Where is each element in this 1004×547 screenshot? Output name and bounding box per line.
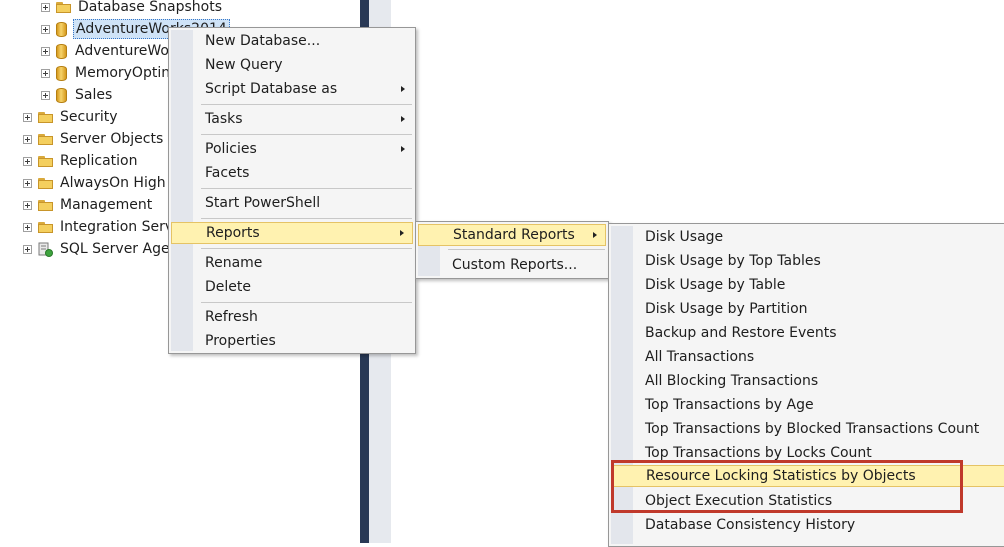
folder-icon xyxy=(38,155,53,167)
menu-separator xyxy=(201,104,412,105)
menu-item-backup-restore-events[interactable]: Backup and Restore Events xyxy=(611,322,1004,344)
expand-icon[interactable] xyxy=(23,244,32,254)
tree-node-label: AlwaysOn High A xyxy=(60,175,180,191)
submenu-arrow-icon xyxy=(400,230,404,236)
menu-item-new-database[interactable]: New Database... xyxy=(171,30,413,52)
submenu-arrow-icon xyxy=(593,232,597,238)
menu-separator xyxy=(201,218,412,219)
expand-icon[interactable] xyxy=(41,68,50,78)
menu-item-disk-usage-top-tables[interactable]: Disk Usage by Top Tables xyxy=(611,250,1004,272)
tree-node-label: Integration Servi xyxy=(60,219,178,235)
tree-node-memoryoptimized[interactable]: MemoryOptin xyxy=(41,62,172,84)
folder-icon xyxy=(38,221,53,233)
menu-item-top-transactions-by-age[interactable]: Top Transactions by Age xyxy=(611,394,1004,416)
tree-node-label: Database Snapshots xyxy=(78,0,222,15)
menu-item-refresh[interactable]: Refresh xyxy=(171,306,413,328)
expand-icon[interactable] xyxy=(41,24,50,34)
menu-item-tasks[interactable]: Tasks xyxy=(171,108,413,130)
tree-node-database-snapshots[interactable]: Database Snapshots xyxy=(41,0,224,18)
folder-icon xyxy=(38,111,53,123)
menu-separator xyxy=(448,249,605,250)
folder-icon xyxy=(56,1,71,13)
expand-icon[interactable] xyxy=(23,222,32,232)
menu-separator xyxy=(201,302,412,303)
tree-node-label: AdventureWo xyxy=(75,43,170,59)
expand-icon[interactable] xyxy=(41,2,50,12)
database-context-menu: New Database... New Query Script Databas… xyxy=(168,27,416,354)
menu-separator xyxy=(201,134,412,135)
menu-item-properties[interactable]: Properties xyxy=(171,330,413,352)
sql-agent-icon xyxy=(38,242,53,257)
submenu-arrow-icon xyxy=(401,116,405,122)
menu-separator xyxy=(201,248,412,249)
menu-item-facets[interactable]: Facets xyxy=(171,162,413,184)
submenu-arrow-icon xyxy=(401,146,405,152)
tree-node-management[interactable]: Management xyxy=(23,194,154,216)
menu-item-delete[interactable]: Delete xyxy=(171,276,413,298)
tree-node-security[interactable]: Security xyxy=(23,106,120,128)
folder-icon xyxy=(38,177,53,189)
menu-item-script-database-as[interactable]: Script Database as xyxy=(171,78,413,100)
tree-node-label: Management xyxy=(60,197,153,213)
menu-item-rename[interactable]: Rename xyxy=(171,252,413,274)
menu-item-custom-reports[interactable]: Custom Reports... xyxy=(418,254,606,276)
menu-item-label: Tasks xyxy=(205,111,243,127)
database-icon xyxy=(56,43,67,59)
tree-node-alwayson[interactable]: AlwaysOn High A xyxy=(23,172,182,194)
menu-item-database-consistency-history[interactable]: Database Consistency History xyxy=(611,514,1004,536)
tree-node-label: MemoryOptin xyxy=(75,65,171,81)
database-icon xyxy=(56,87,67,103)
tree-node-label: Replication xyxy=(60,153,138,169)
annotation-highlight-box xyxy=(611,460,963,513)
tree-node-sql-server-agent[interactable]: SQL Server Agen xyxy=(23,238,180,260)
expand-icon[interactable] xyxy=(23,134,32,144)
menu-item-top-transactions-blocked-count[interactable]: Top Transactions by Blocked Transactions… xyxy=(611,418,1004,440)
folder-icon xyxy=(38,199,53,211)
menu-separator xyxy=(201,188,412,189)
tree-node-label: Sales xyxy=(75,87,113,103)
menu-item-new-query[interactable]: New Query xyxy=(171,54,413,76)
expand-icon[interactable] xyxy=(23,178,32,188)
menu-item-reports[interactable]: Reports xyxy=(171,222,413,244)
expand-icon[interactable] xyxy=(41,90,50,100)
tree-node-replication[interactable]: Replication xyxy=(23,150,139,172)
tree-node-sales[interactable]: Sales xyxy=(41,84,114,106)
expand-icon[interactable] xyxy=(41,46,50,56)
tree-node-label: Security xyxy=(60,109,118,125)
expand-icon[interactable] xyxy=(23,200,32,210)
tree-node-server-objects[interactable]: Server Objects xyxy=(23,128,165,150)
menu-item-disk-usage[interactable]: Disk Usage xyxy=(611,226,1004,248)
database-icon xyxy=(56,21,67,37)
reports-submenu: Standard Reports Custom Reports... xyxy=(415,221,609,279)
tree-node-label: SQL Server Agen xyxy=(60,241,179,257)
tree-node-integration-services[interactable]: Integration Servi xyxy=(23,216,179,238)
menu-item-label: Policies xyxy=(205,141,257,157)
expand-icon[interactable] xyxy=(23,112,32,122)
menu-item-all-blocking-transactions[interactable]: All Blocking Transactions xyxy=(611,370,1004,392)
expand-icon[interactable] xyxy=(23,156,32,166)
menu-item-all-transactions[interactable]: All Transactions xyxy=(611,346,1004,368)
menu-item-label: Standard Reports xyxy=(453,227,575,243)
menu-item-label: Reports xyxy=(206,225,260,241)
menu-item-standard-reports[interactable]: Standard Reports xyxy=(418,224,606,246)
submenu-arrow-icon xyxy=(401,86,405,92)
folder-icon xyxy=(38,133,53,145)
menu-item-disk-usage-by-table[interactable]: Disk Usage by Table xyxy=(611,274,1004,296)
database-icon xyxy=(56,65,67,81)
menu-item-label: Script Database as xyxy=(205,81,338,97)
menu-item-policies[interactable]: Policies xyxy=(171,138,413,160)
tree-node-adventureworks-dw[interactable]: AdventureWo xyxy=(41,40,171,62)
menu-item-start-powershell[interactable]: Start PowerShell xyxy=(171,192,413,214)
tree-node-label: Server Objects xyxy=(60,131,164,147)
menu-item-disk-usage-by-partition[interactable]: Disk Usage by Partition xyxy=(611,298,1004,320)
